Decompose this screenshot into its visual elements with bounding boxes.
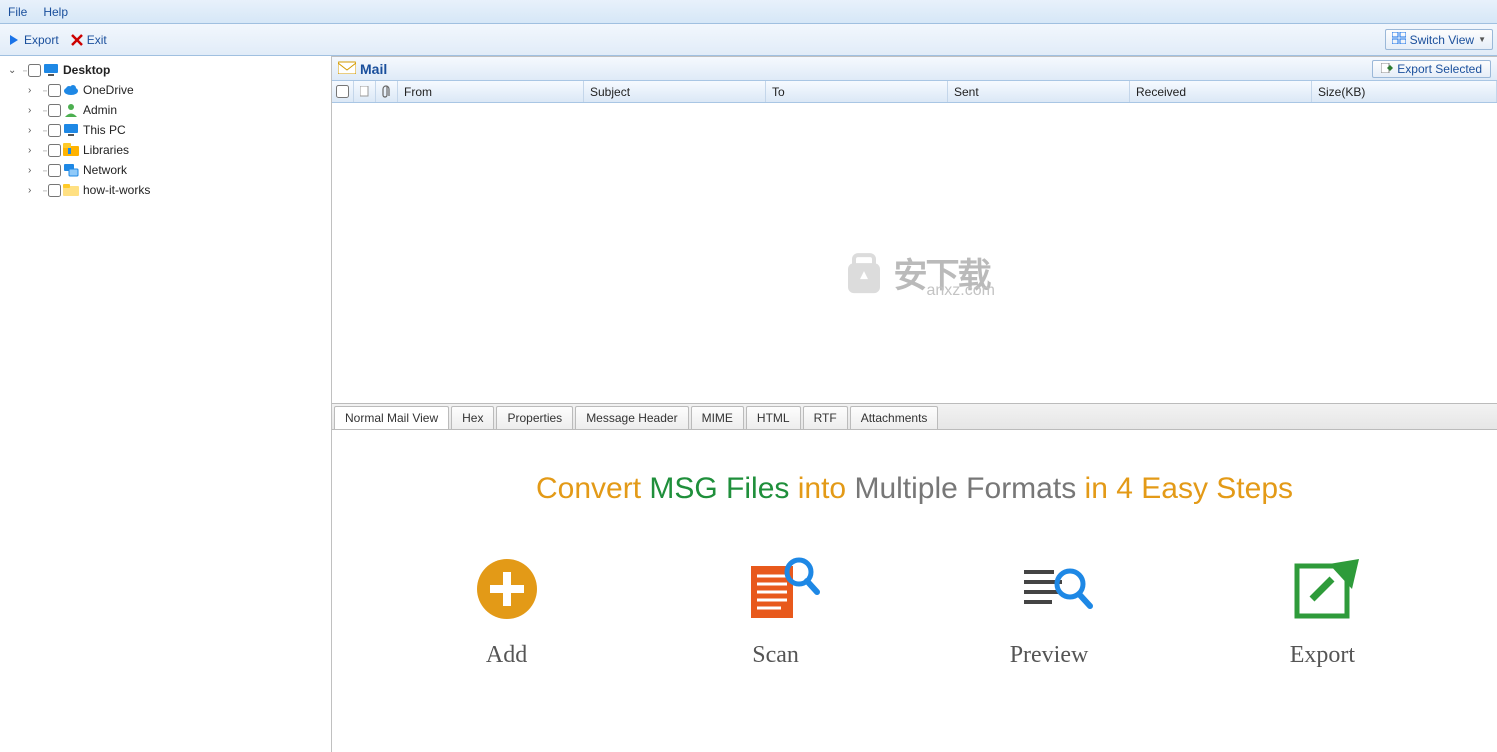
folder-tree: ⌄ ·· Desktop ›·· OneDrive ›·· Admin ›·· … [0,56,332,752]
menu-help[interactable]: Help [43,5,68,19]
tree-node-libraries[interactable]: ›·· Libraries [0,140,331,160]
chevron-down-icon: ▼ [1478,35,1486,44]
expand-icon[interactable]: › [28,165,40,176]
tree-label: Network [81,163,127,177]
scan-icon [741,554,811,624]
tree-node-onedrive[interactable]: ›·· OneDrive [0,80,331,100]
expand-icon[interactable]: › [28,125,40,136]
col-from[interactable]: From [398,81,584,102]
tab-mime[interactable]: MIME [691,406,744,429]
tab-html[interactable]: HTML [746,406,801,429]
play-icon [10,35,20,45]
export-button[interactable]: Export [4,31,65,49]
switch-view-icon [1392,32,1406,47]
watermark: 安下载 anxz.com [840,248,990,297]
step-export: Export [1287,554,1357,669]
col-sent[interactable]: Sent [948,81,1130,102]
preview-icon [1014,554,1084,624]
step-scan: Scan [741,554,811,669]
mail-grid: 安下载 anxz.com [332,103,1497,403]
mail-header: Mail Export Selected [332,57,1497,81]
monitor-icon [63,122,79,138]
tab-attachments[interactable]: Attachments [850,406,939,429]
col-subject[interactable]: Subject [584,81,766,102]
col-checkbox[interactable] [332,81,354,102]
mail-icon [338,60,356,77]
tree-label: Libraries [81,143,129,157]
tab-normal-mail-view[interactable]: Normal Mail View [334,406,449,429]
content-pane: Mail Export Selected From Subject To Sen… [332,56,1497,752]
tree-checkbox[interactable] [48,164,61,177]
col-to[interactable]: To [766,81,948,102]
tree-label: Admin [81,103,117,117]
export-selected-label: Export Selected [1397,62,1482,76]
tree-checkbox[interactable] [48,124,61,137]
user-icon [63,102,79,118]
tree-checkbox[interactable] [48,104,61,117]
col-received[interactable]: Received [1130,81,1312,102]
mail-columns: From Subject To Sent Received Size(KB) [332,81,1497,103]
menu-file[interactable]: File [8,5,27,19]
cloud-icon [63,82,79,98]
tree-label: how-it-works [81,183,150,197]
col-size[interactable]: Size(KB) [1312,81,1497,102]
export-icon [1287,554,1357,624]
close-icon [71,34,83,46]
export-selected-button[interactable]: Export Selected [1372,60,1491,78]
tree-label: Desktop [61,63,110,77]
toolbar: Export Exit Switch View ▼ [0,24,1497,56]
step-preview: Preview [1010,554,1089,669]
collapse-icon[interactable]: ⌄ [8,65,20,76]
expand-icon[interactable]: › [28,185,40,196]
tab-message-header[interactable]: Message Header [575,406,688,429]
libraries-icon [63,142,79,158]
preview-tabs: Normal Mail View Hex Properties Message … [332,403,1497,430]
folder-icon [63,182,79,198]
tree-node-thispc[interactable]: ›·· This PC [0,120,331,140]
monitor-icon [43,62,59,78]
step-add: Add [472,554,542,669]
col-attachment-icon[interactable] [376,81,398,102]
exit-label: Exit [87,33,107,47]
promo-heading: Convert MSG Files into Multiple Formats … [332,472,1497,506]
tab-rtf[interactable]: RTF [803,406,848,429]
tree-checkbox[interactable] [48,184,61,197]
tree-checkbox[interactable] [48,84,61,97]
tree-node-admin[interactable]: ›·· Admin [0,100,331,120]
tab-properties[interactable]: Properties [496,406,573,429]
tab-hex[interactable]: Hex [451,406,494,429]
expand-icon[interactable]: › [28,145,40,156]
col-flag-icon[interactable] [354,81,376,102]
export-arrow-icon [1381,62,1393,76]
tree-node-desktop[interactable]: ⌄ ·· Desktop [0,60,331,80]
expand-icon[interactable]: › [28,85,40,96]
tree-node-network[interactable]: ›·· Network [0,160,331,180]
promo-panel: Convert MSG Files into Multiple Formats … [332,430,1497,752]
exit-button[interactable]: Exit [65,31,113,49]
export-label: Export [24,33,59,47]
mail-title: Mail [360,61,387,77]
network-icon [63,162,79,178]
tree-label: This PC [81,123,126,137]
select-all-checkbox[interactable] [336,85,349,98]
tree-label: OneDrive [81,83,134,97]
switch-view-button[interactable]: Switch View ▼ [1385,29,1493,50]
add-icon [472,554,542,624]
tree-checkbox[interactable] [48,144,61,157]
tree-checkbox[interactable] [28,64,41,77]
switch-view-label: Switch View [1410,33,1474,47]
expand-icon[interactable]: › [28,105,40,116]
menubar: File Help [0,0,1497,24]
tree-node-howitworks[interactable]: ›·· how-it-works [0,180,331,200]
